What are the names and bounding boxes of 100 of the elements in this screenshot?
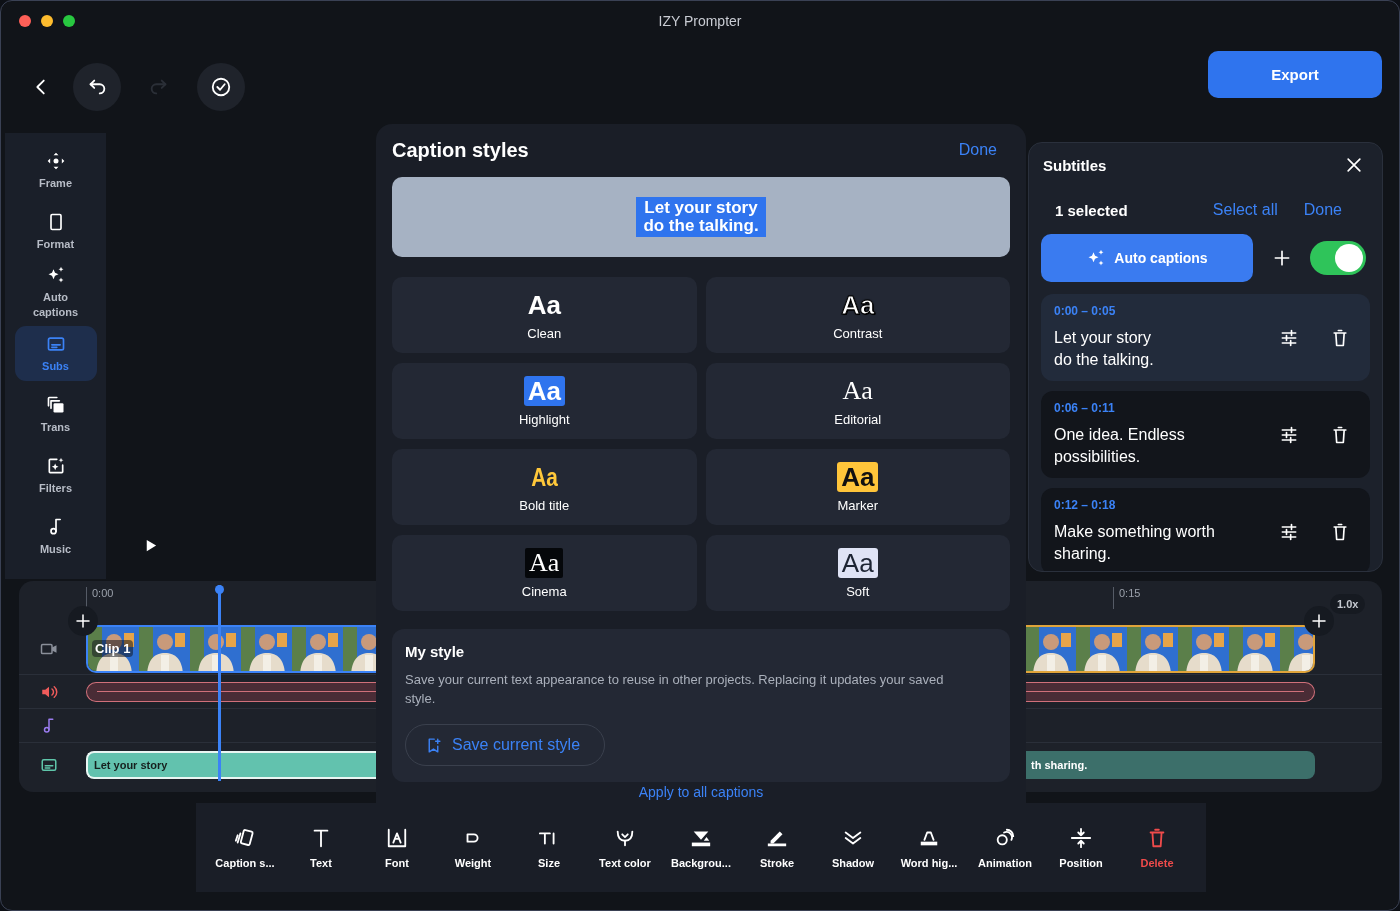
window-close-button[interactable] — [19, 15, 31, 27]
clip-label: Clip 1 — [92, 640, 134, 657]
done-link[interactable]: Done — [1303, 201, 1342, 219]
time-range: 0:12 – 0:18 — [1054, 498, 1117, 512]
style-sample: Aa — [526, 289, 562, 320]
toolbar-button[interactable]: Text — [283, 826, 359, 869]
window-title: IZY Prompter — [658, 13, 742, 29]
align-middle-icon — [1070, 826, 1092, 849]
export-button[interactable]: Export — [1208, 50, 1382, 98]
sliders-icon — [1279, 424, 1299, 445]
toolbar-button[interactable]: Backgrou... — [663, 826, 739, 869]
subtitle-text: Let your story do the talking. — [1054, 328, 1155, 370]
style-label: Contrast — [833, 325, 883, 341]
confirm-button[interactable] — [197, 63, 245, 111]
toggle-switch[interactable] — [1310, 241, 1366, 275]
style-sample: Aa — [529, 461, 559, 492]
adjust-button[interactable] — [1279, 424, 1299, 445]
sidebar-item[interactable]: Music — [14, 509, 97, 564]
adjust-button[interactable] — [1279, 521, 1299, 542]
subtitles-icon — [40, 756, 58, 774]
delete-button[interactable]: Delete — [1119, 826, 1195, 869]
audio-clip[interactable] — [1025, 681, 1315, 702]
style-sample: Aa — [525, 547, 564, 578]
toolbar-button[interactable]: Text color — [587, 826, 663, 869]
style-card[interactable]: Aa Clean — [392, 277, 697, 353]
toolbar-button[interactable]: Weight — [435, 826, 511, 869]
panel-title: Subtitles — [1043, 156, 1107, 174]
plus-icon — [1310, 612, 1328, 630]
add-button[interactable] — [1304, 606, 1334, 636]
style-card[interactable]: Aa Editorial — [705, 363, 1010, 439]
window-zoom-button[interactable] — [63, 15, 75, 27]
style-label: Cinema — [521, 583, 567, 599]
close-button[interactable] — [1344, 155, 1364, 175]
selection-count: 1 selected — [1055, 201, 1129, 219]
sidebar-item[interactable]: Trans — [14, 387, 97, 442]
style-sample: Aa — [837, 547, 878, 578]
sidebar-item[interactable]: Format — [14, 204, 97, 259]
toolbar-button[interactable]: Shadow — [815, 826, 891, 869]
style-label: Editorial — [834, 411, 882, 427]
toolbar-button[interactable]: Font — [359, 826, 435, 869]
toolbar-button[interactable]: Animation — [967, 826, 1043, 869]
style-card[interactable]: Aa Bold title — [392, 449, 697, 525]
style-card[interactable]: Aa Contrast — [705, 277, 1010, 353]
sidebar-item[interactable]: Filters — [14, 448, 97, 503]
subtitle-item[interactable]: 0:00 – 0:05 Let your story do the talking. — [1041, 294, 1370, 381]
subtitle-item[interactable]: 0:12 – 0:18 Make something worth sharing. — [1041, 488, 1370, 571]
plus-icon — [1272, 248, 1292, 268]
caption-clip[interactable]: Let your story — [86, 751, 376, 779]
style-label: Bold title — [519, 497, 570, 513]
style-label: Clean — [527, 325, 562, 341]
style-sample: Aa — [840, 289, 876, 320]
caption-preview: Let your story do the talking. — [636, 197, 766, 237]
close-icon — [1344, 155, 1364, 175]
plus-icon — [74, 612, 92, 630]
sidebar-item[interactable]: Auto captions — [14, 265, 97, 320]
auto-captions-button[interactable]: Auto captions — [1041, 234, 1253, 282]
style-card[interactable]: Aa Highlight — [392, 363, 697, 439]
style-card[interactable]: Aa Soft — [705, 535, 1010, 611]
sliders-icon — [1279, 521, 1299, 542]
toolbar-button[interactable]: Stroke — [739, 826, 815, 869]
check-circle-icon — [210, 76, 232, 98]
style-label: Marker — [837, 497, 878, 513]
caption-clip[interactable]: th sharing. — [1025, 751, 1315, 779]
description-text: Save your current text appearance to reuse in other projects. Replacing it updates your saved style. — [405, 671, 945, 708]
video-clip[interactable]: Clip 1 — [86, 624, 376, 673]
subtitle-text: Make something worth sharing. — [1054, 522, 1216, 564]
add-button[interactable] — [68, 606, 98, 636]
window-minimize-button[interactable] — [41, 15, 53, 27]
subtitle-item[interactable]: 0:06 – 0:11 One idea. Endless possibilities. — [1041, 391, 1370, 478]
toolbar-button[interactable]: Position — [1043, 826, 1119, 869]
apply-all-link[interactable]: Apply to all captions — [638, 784, 764, 800]
add-button[interactable] — [1272, 248, 1292, 268]
time-label: 0:15 — [1113, 587, 1141, 609]
toolbar-button[interactable]: Word hig... — [891, 826, 967, 869]
done-link[interactable]: Done — [958, 141, 997, 159]
style-card[interactable]: Aa Cinema — [392, 535, 697, 611]
style-sample: Aa — [837, 461, 879, 492]
sidebar-item[interactable]: Frame — [14, 143, 97, 198]
style-card[interactable]: Aa Marker — [705, 449, 1010, 525]
sidebar-item[interactable]: Subs — [14, 326, 97, 381]
time-range: 0:00 – 0:05 — [1054, 304, 1117, 318]
sliders-icon — [1279, 327, 1299, 348]
select-all-link[interactable]: Select all — [1212, 201, 1278, 219]
time-range: 0:06 – 0:11 — [1054, 401, 1116, 415]
cards-icon — [234, 826, 256, 849]
style-label: Soft — [846, 583, 870, 599]
adjust-button[interactable] — [1279, 327, 1299, 348]
audio-clip[interactable] — [86, 681, 376, 702]
panel-title: Caption styles — [392, 138, 529, 162]
speed-badge[interactable]: 1.0x — [1330, 594, 1366, 614]
style-sample: Aa — [841, 375, 874, 406]
stacked-squares-icon — [45, 394, 66, 415]
undo-button[interactable] — [73, 63, 121, 111]
toolbar-button[interactable]: Caption s... — [207, 826, 283, 869]
move-icon — [45, 150, 66, 171]
subtitle-text: One idea. Endless possibilities. — [1054, 425, 1186, 467]
style-label: Highlight — [518, 411, 570, 427]
font-icon — [386, 826, 408, 849]
toolbar-button[interactable]: Size — [511, 826, 587, 869]
section-title: My style — [405, 643, 466, 660]
